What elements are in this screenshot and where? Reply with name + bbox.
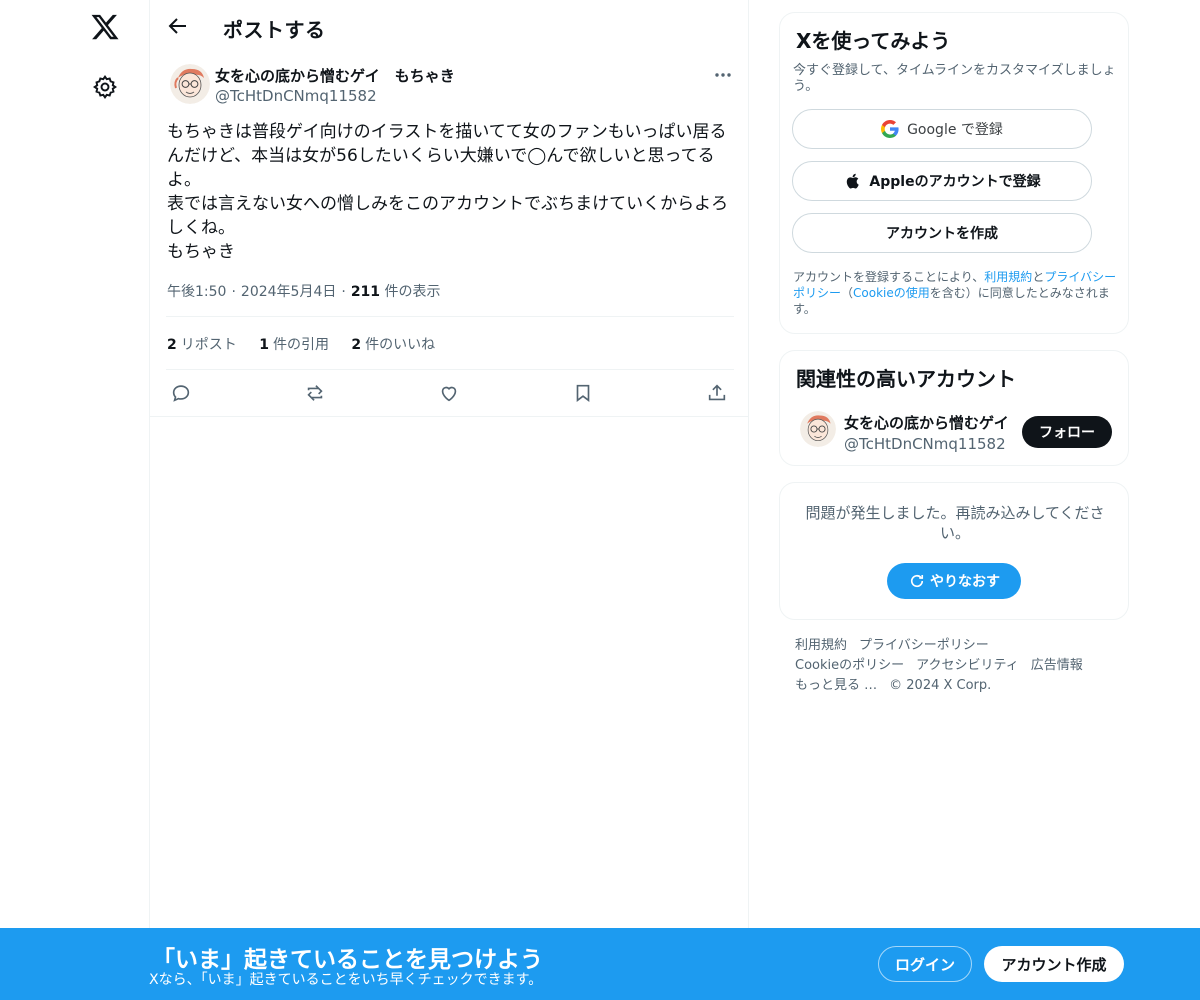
google-signup-label: Google で登録: [907, 122, 1003, 138]
reposts-count: 2: [167, 337, 177, 353]
related-accounts-title: 関連性の高いアカウント: [796, 367, 1016, 391]
author-handle[interactable]: @TcHtDnCNmq11582: [215, 87, 377, 105]
legal-and: と: [1032, 270, 1045, 284]
page-title: ポストする: [223, 18, 326, 42]
likes-count: 2: [351, 337, 362, 353]
more-icon[interactable]: [710, 64, 736, 86]
action-bar: [150, 370, 748, 416]
login-button[interactable]: ログイン: [878, 946, 972, 982]
cookie-link[interactable]: Cookieの使用: [853, 286, 930, 300]
related-account-handle[interactable]: @TcHtDnCNmq11582: [844, 435, 1006, 453]
error-card: 問題が発生しました。再読み込みしてください。 やりなおす: [779, 482, 1129, 620]
terms-link[interactable]: 利用規約: [984, 270, 1032, 284]
reposts-label: リポスト: [180, 337, 237, 353]
quotes-count: 1: [259, 337, 269, 353]
post-stats: 2 リポスト 1 件の引用 2 件のいいね: [167, 334, 453, 354]
google-signup-button[interactable]: Google で登録: [792, 109, 1092, 149]
views-label: 件の表示: [384, 284, 441, 300]
post-time[interactable]: 午後1:50: [167, 284, 226, 300]
quotes-stat[interactable]: 1 件の引用: [259, 334, 329, 354]
footer-links: 利用規約 プライバシーポリシー Cookieのポリシー アクセシビリティ 広告情報 も…: [795, 636, 1125, 696]
avatar[interactable]: [170, 64, 210, 104]
meta-separator: ·: [341, 284, 346, 300]
footer-accessibility-link[interactable]: アクセシビリティ: [916, 658, 1019, 673]
refresh-icon: [908, 572, 926, 590]
footer-cookie-link[interactable]: Cookieのポリシー: [795, 658, 904, 673]
footer-copyright: © 2024 X Corp.: [889, 678, 992, 693]
share-icon[interactable]: [706, 382, 730, 406]
repost-icon[interactable]: [304, 382, 328, 406]
views-count: 211: [350, 284, 381, 300]
reposts-stat[interactable]: 2 リポスト: [167, 334, 237, 354]
legal-prefix: アカウントを登録することにより、: [793, 270, 985, 284]
avatar[interactable]: [800, 411, 836, 447]
footer-privacy-link[interactable]: プライバシーポリシー: [859, 638, 989, 653]
error-message: 問題が発生しました。再読み込みしてください。: [805, 504, 1105, 542]
like-icon[interactable]: [438, 382, 462, 406]
post-meta: 午後1:50 · 2024年5月4日 · 211 件の表示: [167, 281, 441, 301]
create-account-label: アカウントを作成: [886, 226, 998, 242]
apple-icon: [843, 172, 861, 190]
create-account-button[interactable]: アカウントを作成: [792, 213, 1092, 253]
likes-stat[interactable]: 2 件のいいね: [351, 334, 435, 354]
bottom-signup-bar: 「いま」起きていることを見つけよう Xなら、「いま」起きていることをいち早くチェ…: [0, 928, 1200, 1000]
retry-label: やりなおす: [930, 574, 1000, 590]
post-column: ポストする 女を心の底から憎むゲイ もちゃき @TcHtDnCNmq11582 …: [149, 0, 749, 1000]
google-icon: [881, 120, 899, 138]
divider: [166, 316, 734, 317]
author-name[interactable]: 女を心の底から憎むゲイ もちゃき: [215, 65, 455, 86]
signup-button[interactable]: アカウント作成: [984, 946, 1124, 982]
legal-notice: アカウントを登録することにより、利用規約とプライバシーポリシー（Cookieの使…: [793, 269, 1123, 317]
apple-signup-button[interactable]: Appleのアカウントで登録: [792, 161, 1092, 201]
post-text: もちゃきは普段ゲイ向けのイラストを描いてて女のファンもいっぱい居るんだけど、本当…: [167, 122, 729, 262]
signup-card-title: Xを使ってみよう: [796, 29, 951, 53]
divider: [150, 416, 748, 417]
signup-card: Xを使ってみよう 今すぐ登録して、タイムラインをカスタマイズしましょう。 Goo…: [779, 12, 1129, 334]
related-accounts-card: 関連性の高いアカウント 女を心の底から憎むゲイ @TcHtDnCNmq11582…: [779, 350, 1129, 466]
meta-separator: ·: [231, 284, 236, 300]
reply-icon[interactable]: [170, 382, 194, 406]
apple-signup-label: Appleのアカウントで登録: [869, 174, 1041, 190]
footer-ads-link[interactable]: 広告情報: [1031, 658, 1083, 673]
bookmark-icon[interactable]: [572, 382, 596, 406]
signup-card-subtitle: 今すぐ登録して、タイムラインをカスタマイズしましょう。: [793, 63, 1116, 94]
related-account-name[interactable]: 女を心の底から憎むゲイ: [844, 412, 1009, 433]
legal-paren-open: （: [841, 286, 854, 300]
follow-button[interactable]: フォロー: [1022, 416, 1112, 448]
x-logo-icon[interactable]: [90, 12, 120, 42]
left-nav: [60, 0, 150, 1000]
quotes-label: 件の引用: [272, 337, 329, 353]
post-header: ポストする: [150, 0, 748, 54]
gear-icon[interactable]: [92, 74, 118, 100]
likes-label: 件のいいね: [365, 337, 436, 353]
footer-more-link[interactable]: もっと見る …: [795, 678, 877, 693]
back-arrow-icon[interactable]: [166, 14, 192, 40]
post-date[interactable]: 2024年5月4日: [241, 284, 336, 300]
bottom-bar-subtitle: Xなら、「いま」起きていることをいち早くチェックできます。: [149, 972, 543, 988]
footer-terms-link[interactable]: 利用規約: [795, 638, 847, 653]
retry-button[interactable]: やりなおす: [887, 563, 1021, 599]
